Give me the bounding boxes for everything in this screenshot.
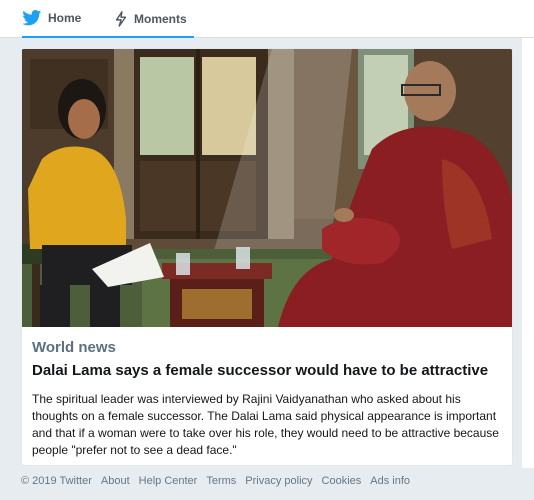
interview-photo[interactable]	[22, 49, 512, 327]
footer-copyright: © 2019 Twitter	[21, 475, 92, 487]
footer-link-about[interactable]: About	[101, 475, 130, 487]
twitter-bird-icon	[22, 10, 42, 26]
card-headline[interactable]: Dalai Lama says a female successor would…	[32, 361, 504, 381]
footer: © 2019 Twitter About Help Center Terms P…	[21, 473, 419, 489]
nav-home-label: Home	[48, 11, 82, 25]
nav-moments-tab[interactable]: Moments	[114, 0, 187, 38]
card-category: World news	[32, 339, 116, 356]
card-body: World news Dalai Lama says a female succ…	[22, 333, 512, 459]
footer-link-privacy-policy[interactable]: Privacy policy	[245, 475, 312, 487]
card-summary: The spiritual leader was interviewed by …	[32, 392, 499, 457]
nav-moments-label: Moments	[134, 12, 187, 26]
sidebar-edge	[522, 38, 534, 468]
footer-link-cookies[interactable]: Cookies	[322, 475, 362, 487]
footer-link-terms[interactable]: Terms	[206, 475, 236, 487]
footer-link-ads-info[interactable]: Ads info	[370, 475, 410, 487]
footer-link-help-center[interactable]: Help Center	[139, 475, 198, 487]
lightning-bolt-icon	[114, 11, 128, 27]
top-navigation-bar: Home Moments	[0, 0, 534, 38]
moment-card[interactable]: World news Dalai Lama says a female succ…	[21, 48, 513, 466]
